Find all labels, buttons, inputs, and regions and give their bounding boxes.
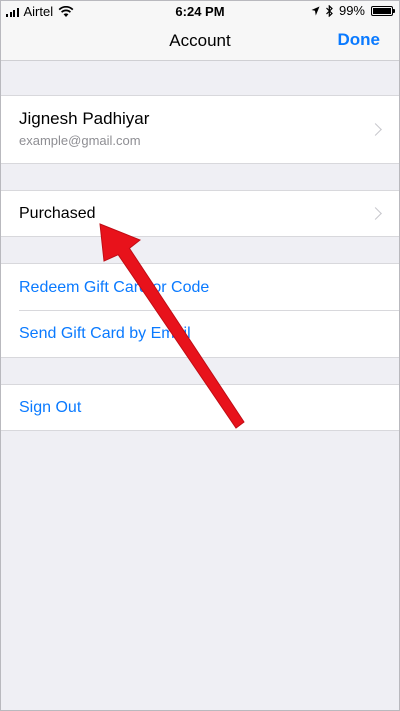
annotation-arrow <box>99 223 245 429</box>
